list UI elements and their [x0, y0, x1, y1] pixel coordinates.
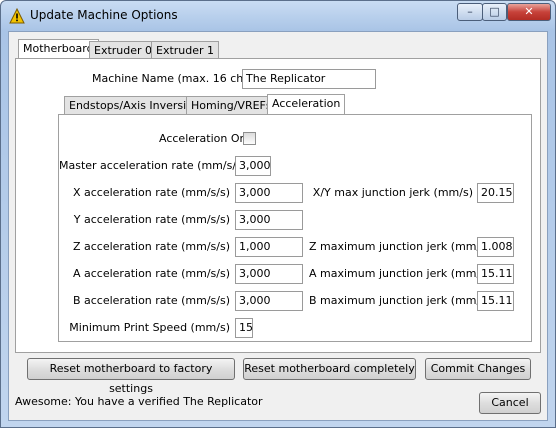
acceleration-on-label: Acceleration On	[159, 132, 247, 145]
maximize-button[interactable]: □	[482, 3, 507, 21]
master-accel-label: Master acceleration rate (mm/s/s)	[59, 159, 247, 172]
tab-motherboard[interactable]: Motherboard	[18, 39, 99, 59]
z-jerk-label: Z maximum junction jerk (mm/s)	[309, 240, 491, 253]
minimize-button[interactable]: –	[457, 3, 483, 21]
subtab-acceleration[interactable]: Acceleration	[267, 94, 346, 114]
z-jerk-input[interactable]: 1.008	[477, 237, 514, 257]
status-message: Awesome: You have a verified The Replica…	[15, 395, 263, 408]
cancel-button[interactable]: Cancel	[479, 392, 541, 414]
machine-name-label: Machine Name (max. 16 chars)	[92, 72, 265, 85]
y-accel-label: Y acceleration rate (mm/s/s)	[73, 213, 230, 226]
reset-factory-button[interactable]: Reset motherboard to factory settings	[27, 358, 235, 395]
subtab-homing-vrefs[interactable]: Homing/VREFs	[186, 96, 277, 114]
x-accel-input[interactable]: 3,000	[235, 183, 303, 203]
acceleration-on-checkbox[interactable]	[243, 132, 256, 145]
a-jerk-label: A maximum junction jerk (mm/s)	[309, 267, 491, 280]
a-jerk-input[interactable]: 15.118	[477, 264, 514, 284]
reset-completely-button[interactable]: Reset motherboard completely	[243, 358, 416, 380]
xy-jerk-label: X/Y max junction jerk (mm/s)	[312, 186, 473, 199]
b-jerk-label: B maximum junction jerk (mm/s)	[309, 294, 491, 307]
tab-extruder-0[interactable]: Extruder 0	[89, 41, 158, 59]
z-accel-label: Z acceleration rate (mm/s/s)	[72, 240, 230, 253]
warning-icon	[9, 8, 25, 24]
window-title: Update Machine Options	[30, 8, 178, 22]
b-accel-input[interactable]: 3,000	[235, 291, 303, 311]
x-accel-label: X acceleration rate (mm/s/s)	[72, 186, 230, 199]
min-print-speed-input[interactable]: 15	[235, 318, 253, 338]
machine-name-input[interactable]: The Replicator	[242, 69, 376, 89]
motherboard-panel: Machine Name (max. 16 chars) The Replica…	[15, 58, 541, 353]
subtab-endstops[interactable]: Endstops/Axis Inversion	[64, 96, 205, 114]
tab-extruder-1[interactable]: Extruder 1	[151, 41, 220, 59]
acceleration-panel: Acceleration On Master acceleration rate…	[58, 114, 532, 342]
z-accel-input[interactable]: 1,000	[235, 237, 303, 257]
b-accel-label: B acceleration rate (mm/s/s)	[72, 294, 230, 307]
a-accel-label: A acceleration rate (mm/s/s)	[72, 267, 230, 280]
dialog-client-area: Motherboard Extruder 0 Extruder 1 Machin…	[8, 31, 548, 421]
master-accel-input[interactable]: 3,000	[235, 156, 271, 176]
dialog-window: Update Machine Options – □ ✕ Motherboard…	[0, 0, 556, 428]
min-print-speed-label: Minimum Print Speed (mm/s)	[69, 321, 230, 334]
commit-changes-button[interactable]: Commit Changes	[425, 358, 531, 380]
a-accel-input[interactable]: 3,000	[235, 264, 303, 284]
title-bar[interactable]: Update Machine Options – □ ✕	[1, 1, 555, 31]
close-button[interactable]: ✕	[507, 3, 551, 21]
y-accel-input[interactable]: 3,000	[235, 210, 303, 230]
xy-jerk-input[interactable]: 20.157	[477, 183, 514, 203]
b-jerk-input[interactable]: 15.118	[477, 291, 514, 311]
